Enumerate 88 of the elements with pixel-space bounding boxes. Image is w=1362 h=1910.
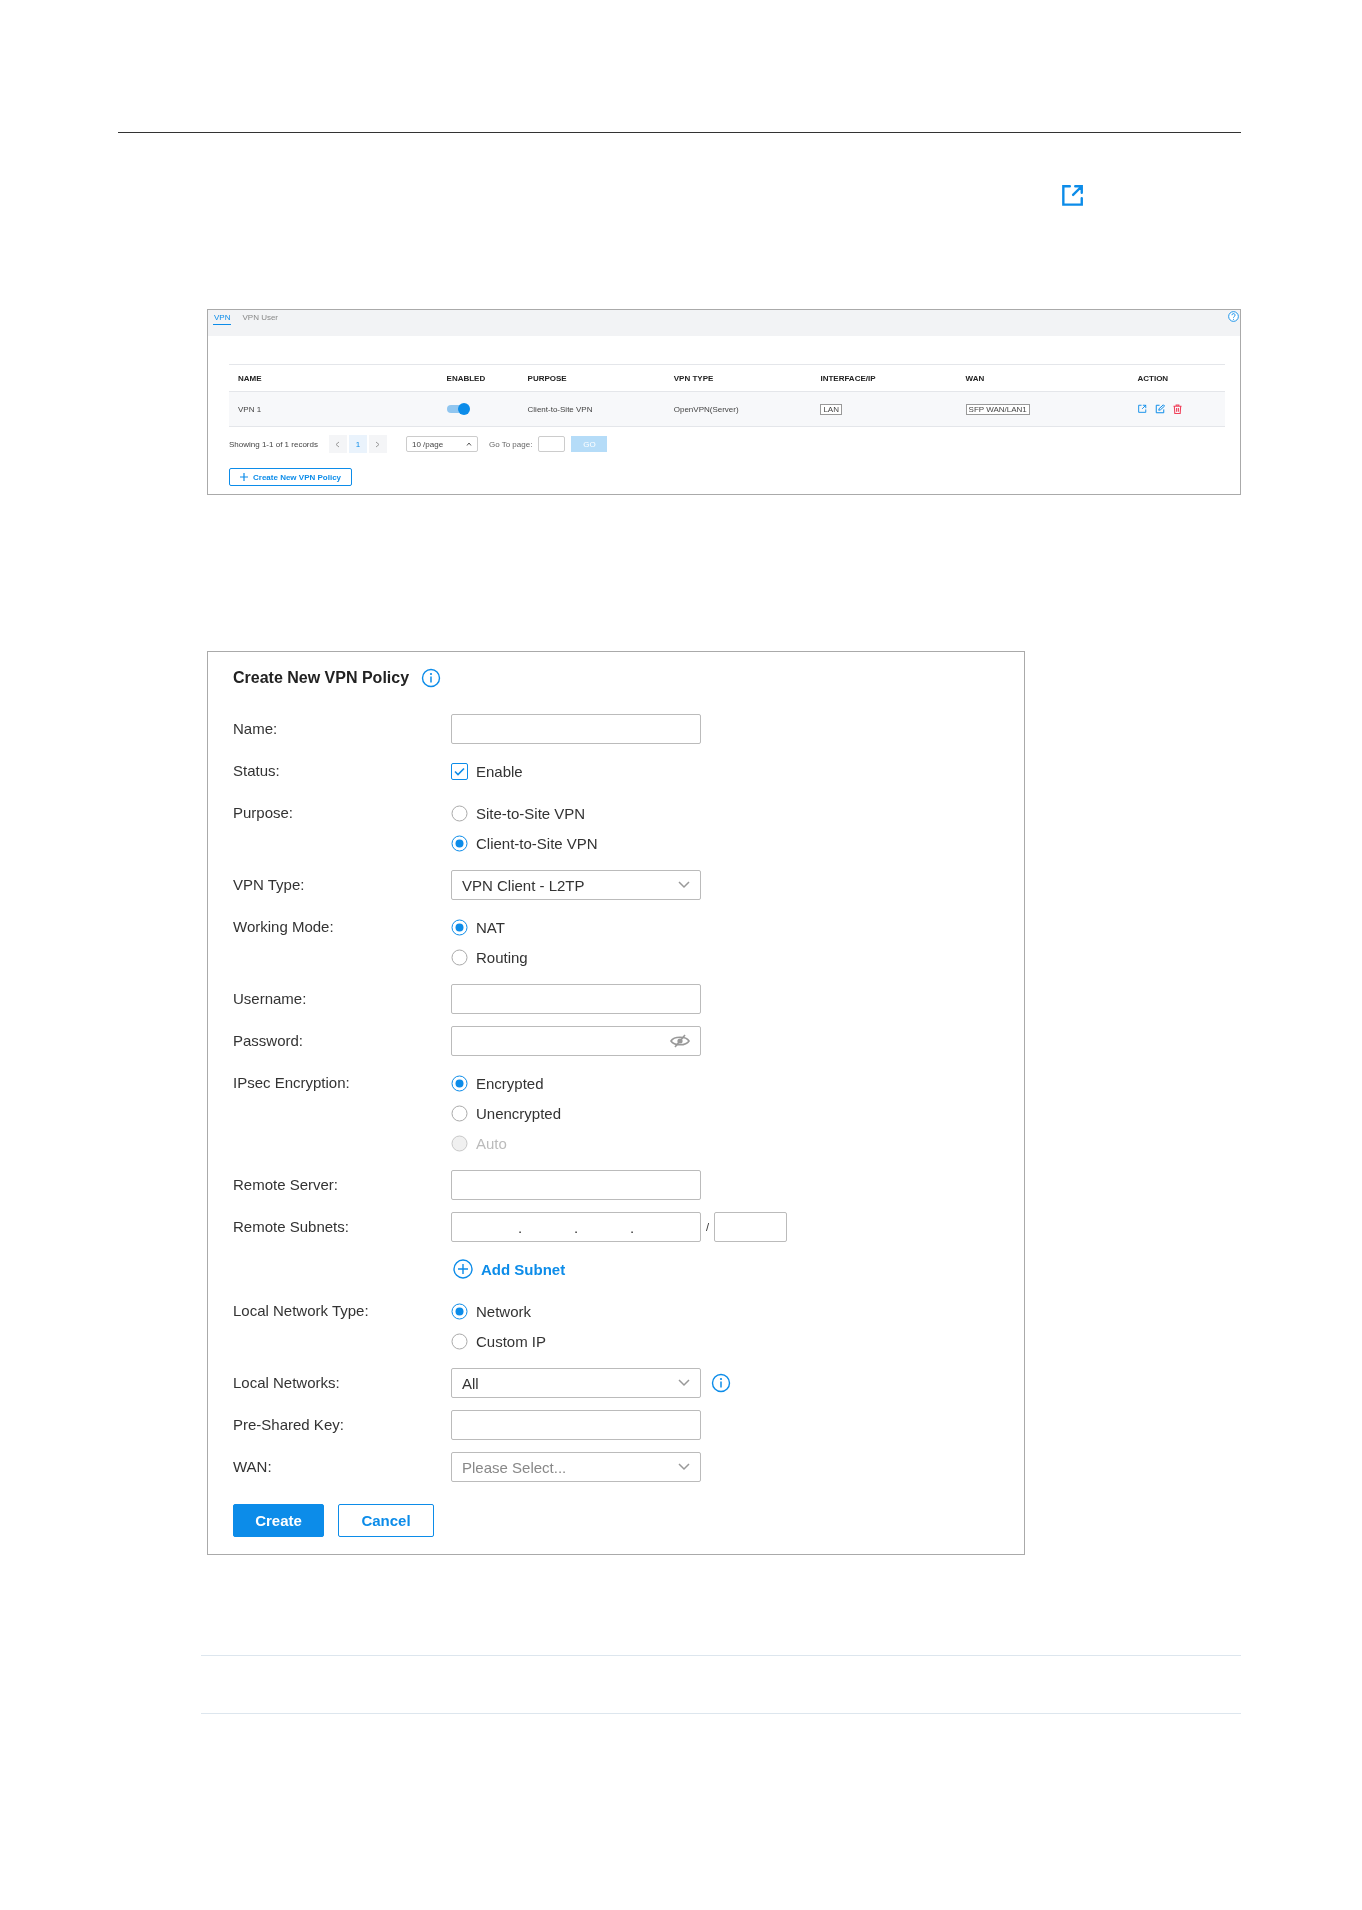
page-number-field[interactable] xyxy=(538,436,566,452)
column-header: WAN xyxy=(956,364,1129,392)
info-icon[interactable] xyxy=(421,668,442,688)
next-page-button[interactable] xyxy=(368,435,387,453)
cancel-button[interactable]: Cancel xyxy=(338,1504,434,1537)
text-field[interactable] xyxy=(451,1410,701,1440)
field-label: Name: xyxy=(233,719,279,739)
radio-button[interactable] xyxy=(451,834,468,852)
option-label: Client-to-Site VPN xyxy=(476,834,598,852)
chevron-left-icon xyxy=(335,440,341,448)
page-button[interactable]: 1 xyxy=(348,435,367,453)
go-to-page-label: Go To page: xyxy=(488,439,533,449)
form-title: Create New VPN Policy xyxy=(233,669,410,687)
help-icon[interactable] xyxy=(1228,311,1239,322)
column-header: NAME xyxy=(229,364,438,392)
eye-slash-icon[interactable] xyxy=(670,1034,690,1048)
previous-page-button[interactable] xyxy=(328,435,347,453)
column-header: ENABLED xyxy=(437,364,519,392)
separator: / xyxy=(706,1221,710,1233)
create-policy-button[interactable]: Create New VPN Policy xyxy=(229,468,353,486)
field-label: Local Network Type: xyxy=(233,1301,370,1321)
field-label: Local Networks: xyxy=(233,1373,341,1393)
tab[interactable]: VPN User xyxy=(241,310,279,325)
add-subnet-link[interactable]: Add Subnet xyxy=(453,1254,566,1284)
option-label: Unencrypted xyxy=(476,1104,562,1122)
option-label: Site-to-Site VPN xyxy=(476,804,586,822)
field-label: Working Mode: xyxy=(233,917,335,937)
radio-button[interactable] xyxy=(451,804,468,822)
column-header: PURPOSE xyxy=(518,364,665,392)
option-label: Enable xyxy=(476,762,523,780)
open-icon[interactable] xyxy=(1137,404,1148,414)
radio-button[interactable] xyxy=(451,918,468,936)
ip-field[interactable]: . . . xyxy=(451,1212,701,1242)
field-label: Remote Subnets: xyxy=(233,1217,350,1237)
table-cell: VPN 1 xyxy=(229,391,438,427)
table-cell: Client-to-Site VPN xyxy=(518,391,665,427)
chevron-down-icon xyxy=(678,1463,690,1471)
plus-icon xyxy=(240,473,248,481)
field-label: IPsec Encryption: xyxy=(233,1073,351,1093)
field-label: Username: xyxy=(233,989,308,1009)
option-label: Network xyxy=(476,1302,531,1320)
column-header: INTERFACE/IP xyxy=(811,364,957,392)
radio-button[interactable] xyxy=(451,1302,468,1320)
create-button[interactable]: Create xyxy=(233,1504,324,1537)
info-icon[interactable] xyxy=(711,1373,731,1393)
field-label: WAN: xyxy=(233,1457,273,1477)
option-label: Auto xyxy=(476,1134,507,1152)
radio-button[interactable] xyxy=(451,1104,468,1122)
column-header: ACTION xyxy=(1128,364,1225,392)
field-label: Remote Server: xyxy=(233,1175,340,1195)
field-label: Password: xyxy=(233,1031,305,1051)
table-cell: OpenVPN(Server) xyxy=(664,391,812,427)
select-field[interactable]: Please Select... xyxy=(451,1452,701,1482)
option-label: NAT xyxy=(476,918,505,936)
select-field[interactable]: VPN Client - L2TP xyxy=(451,870,701,900)
toggle-switch[interactable] xyxy=(446,405,469,414)
text-field[interactable] xyxy=(451,984,701,1014)
field-label: Status: xyxy=(233,761,281,781)
column-header: VPN TYPE xyxy=(664,364,812,392)
page-size-select[interactable]: 10 /page xyxy=(405,436,478,452)
option-label: Routing xyxy=(476,948,528,966)
edit-icon[interactable] xyxy=(1155,404,1166,414)
external-link-icon[interactable] xyxy=(1059,183,1085,209)
trash-icon[interactable] xyxy=(1173,404,1183,414)
wan-tag: SFP WAN/LAN1 xyxy=(965,403,1030,415)
interface-tag: LAN xyxy=(820,403,842,415)
records-summary: Showing 1-1 of 1 records xyxy=(229,439,318,449)
field-label: Purpose: xyxy=(233,803,295,823)
radio-button[interactable] xyxy=(451,1332,468,1350)
option-label: Encrypted xyxy=(476,1074,544,1092)
chevron-up-icon xyxy=(465,442,472,446)
radio-button[interactable] xyxy=(451,948,468,966)
tab[interactable]: VPN xyxy=(213,310,232,325)
mask-field[interactable] xyxy=(714,1212,788,1242)
checkbox[interactable] xyxy=(451,762,468,780)
text-field[interactable] xyxy=(451,1170,701,1200)
chevron-down-icon xyxy=(678,881,690,889)
option-label: Custom IP xyxy=(476,1332,547,1350)
field-label: VPN Type: xyxy=(233,875,306,895)
plus-circle-icon xyxy=(453,1259,473,1279)
chevron-right-icon xyxy=(375,440,381,448)
select-field[interactable]: All xyxy=(451,1368,701,1398)
text-field[interactable] xyxy=(451,714,701,744)
page-size-value: 10 /page xyxy=(411,439,444,449)
chevron-down-icon xyxy=(678,1379,690,1387)
radio-button[interactable] xyxy=(451,1074,468,1092)
field-label: Pre-Shared Key: xyxy=(233,1415,345,1435)
password-field[interactable] xyxy=(451,1026,701,1056)
